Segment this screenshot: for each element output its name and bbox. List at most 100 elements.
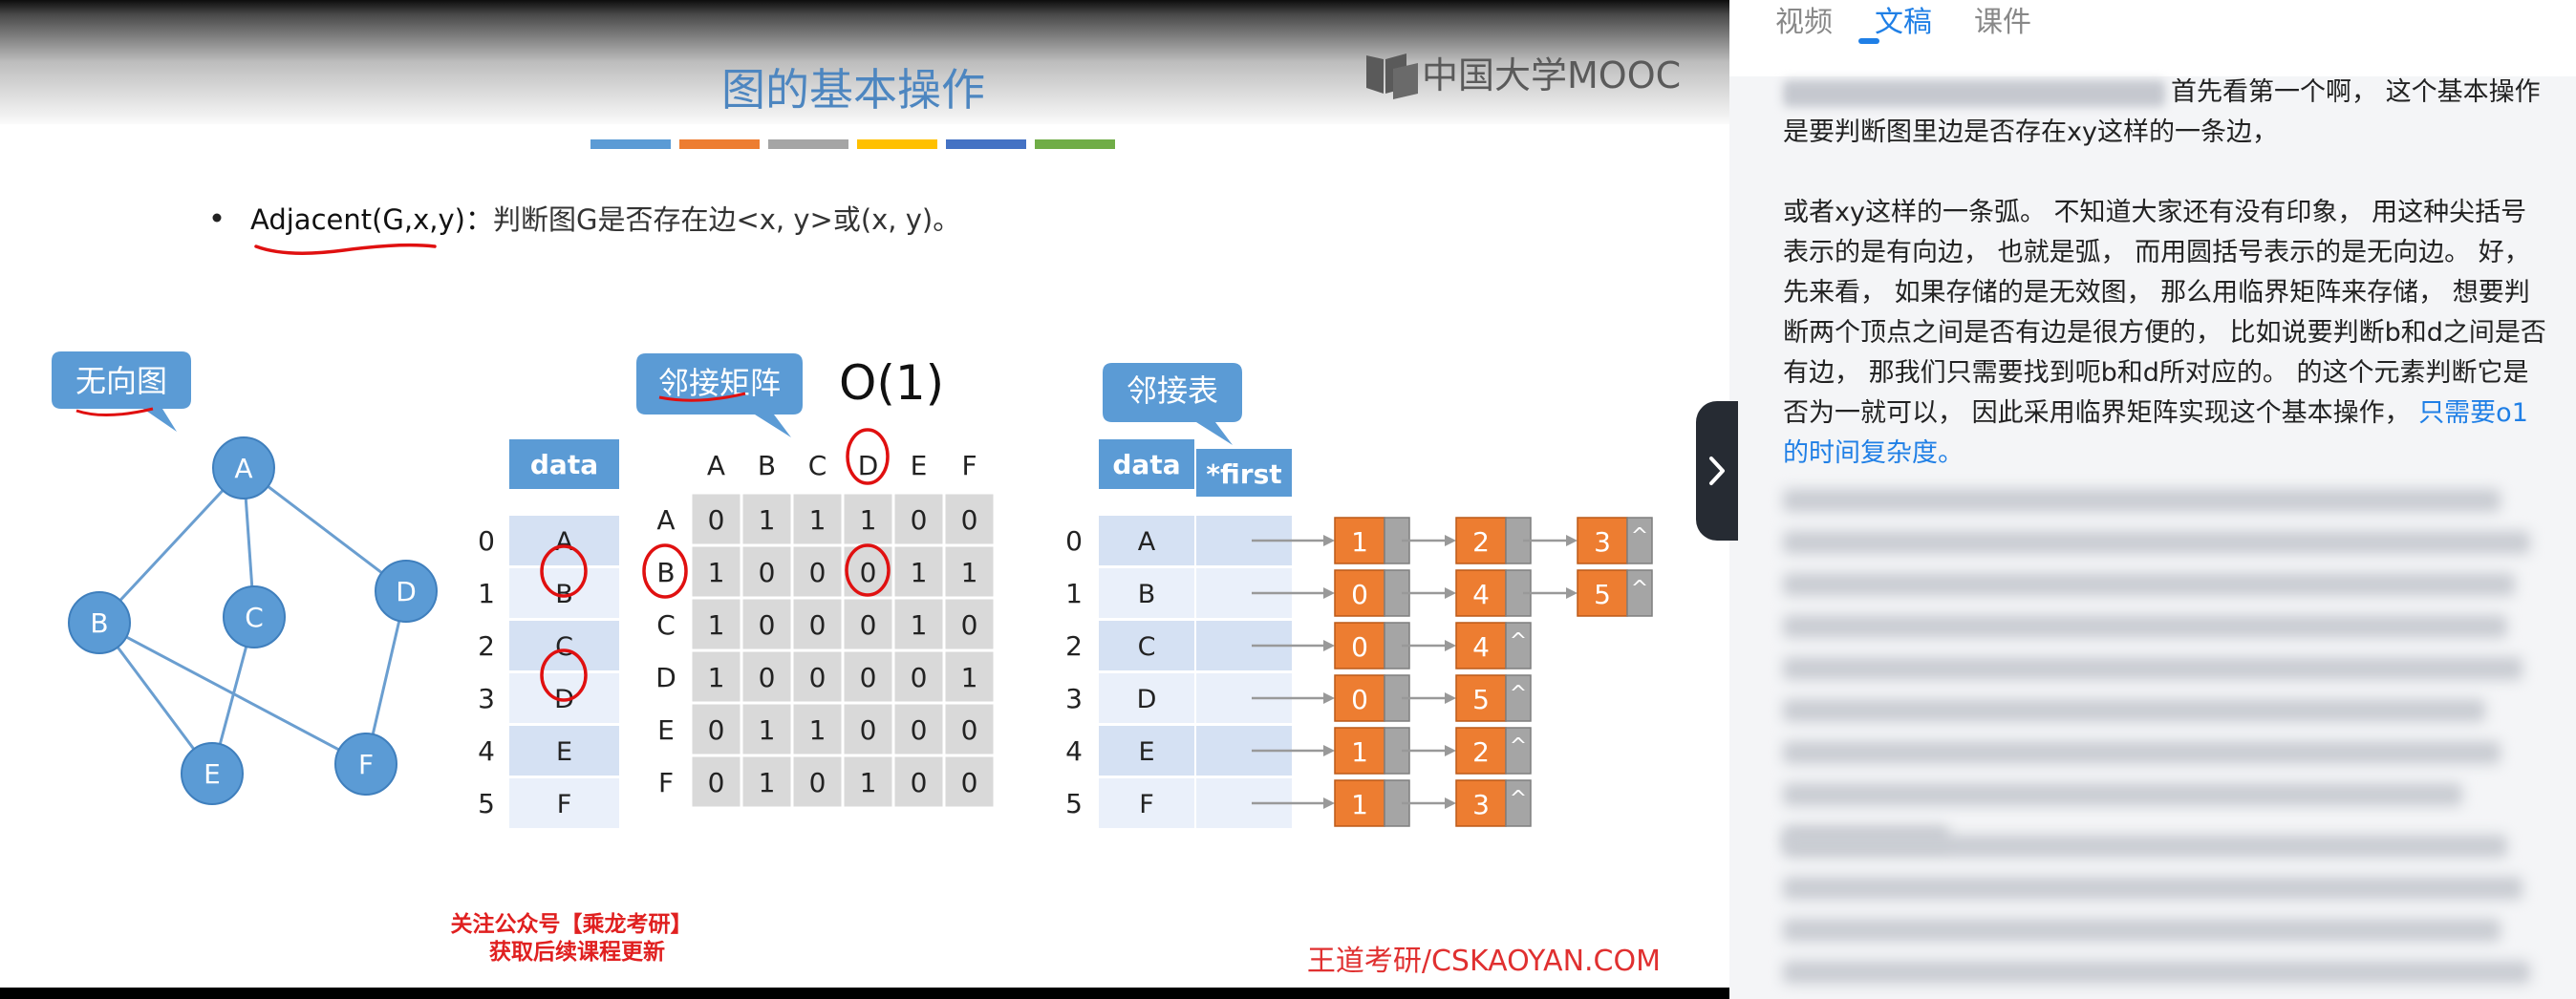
list-node-value: 0 xyxy=(1351,684,1368,715)
matrix-cell: 1 xyxy=(911,557,928,588)
matrix-data-cell: F xyxy=(557,790,572,819)
matrix-cell: 0 xyxy=(860,662,877,693)
color-bar xyxy=(857,139,937,149)
list-node-value: 0 xyxy=(1351,631,1368,663)
transcript-text: 首先看第一个啊， 这个基本操作是要判断图里边是否存在xy这样的一条边， 或者xy… xyxy=(1783,73,2547,514)
pointer-arrowhead xyxy=(1566,535,1578,546)
slide-title: 图的基本操作 xyxy=(721,64,985,116)
vertex-label: F xyxy=(358,749,374,780)
vertex-label: B xyxy=(90,607,108,639)
blurred-paragraph xyxy=(1783,489,2538,867)
matrix-col-label: C xyxy=(808,450,827,481)
list-row-index: 4 xyxy=(1065,735,1083,767)
tab-courseware[interactable]: 课件 xyxy=(1974,0,2031,40)
matrix-cell: 0 xyxy=(809,609,826,641)
list-data-cell: E xyxy=(1138,737,1154,767)
pointer-arrowhead xyxy=(1323,640,1335,651)
matrix-cell: 1 xyxy=(860,767,877,798)
list-data-cell: D xyxy=(1137,685,1157,714)
list-row-index: 1 xyxy=(1065,578,1083,609)
matrix-cell: 0 xyxy=(860,609,877,641)
pointer-arrowhead xyxy=(1323,797,1335,809)
tab-video[interactable]: 视频 xyxy=(1775,0,1833,40)
matrix-row-index: 0 xyxy=(478,525,495,557)
list-data-cell: A xyxy=(1138,527,1156,557)
list-node-value: 4 xyxy=(1472,579,1490,610)
color-bar xyxy=(946,139,1026,149)
chevron-right-icon xyxy=(1709,457,1725,485)
undirected-graph: A B C D E F xyxy=(68,436,438,805)
list-node-value: 0 xyxy=(1351,579,1368,610)
matrix-cell: 0 xyxy=(809,662,826,693)
pointer-arrowhead xyxy=(1445,587,1456,599)
matrix-cell: 0 xyxy=(860,557,877,588)
watermark: 王道考研/CSKAOYAN.COM xyxy=(1307,945,1661,978)
vertex-label: D xyxy=(396,576,417,607)
slide-bottom-bar xyxy=(0,988,1729,999)
null-pointer: ^ xyxy=(1631,577,1648,601)
matrix-row-label: C xyxy=(656,609,676,641)
pointer-arrowhead xyxy=(1445,640,1456,651)
callout-matrix: 邻接矩阵 xyxy=(636,353,803,437)
null-pointer: ^ xyxy=(1510,787,1527,811)
list-data-cell: C xyxy=(1138,632,1156,662)
bullet-dot xyxy=(212,213,222,223)
matrix-cell: 1 xyxy=(708,662,725,693)
matrix-row-index: 5 xyxy=(478,788,495,819)
transcript-paragraph-2: 或者xy这样的一条弧。 不知道大家还有没有印象， 用这种尖括号表示的是有向边， … xyxy=(1783,193,2547,474)
matrix-cell: 0 xyxy=(708,767,725,798)
color-bar xyxy=(768,139,848,149)
list-row-index: 5 xyxy=(1065,788,1083,819)
matrix-cell: 0 xyxy=(809,767,826,798)
vertex-label: E xyxy=(204,758,221,790)
callout-adjacency-list: 邻接表 xyxy=(1103,363,1242,445)
list-node-value: 5 xyxy=(1472,684,1490,715)
tab-transcript[interactable]: 文稿 xyxy=(1875,0,1932,40)
matrix-cell: 1 xyxy=(860,504,877,536)
matrix-cell: 0 xyxy=(759,609,776,641)
null-pointer: ^ xyxy=(1510,734,1527,758)
matrix-cell: 1 xyxy=(911,609,928,641)
logo-text: 中国大学MOOC xyxy=(1422,54,1681,96)
collapse-panel-handle[interactable] xyxy=(1696,401,1738,541)
label-undirected: 无向图 xyxy=(75,363,167,399)
graph-vertex: E xyxy=(181,742,244,805)
matrix-cell: 1 xyxy=(708,557,725,588)
graph-vertex: B xyxy=(68,591,131,654)
graph-vertex: D xyxy=(375,560,438,623)
pointer-arrowhead xyxy=(1566,587,1578,599)
matrix-row-index: 2 xyxy=(478,630,495,662)
pointer-arrowhead xyxy=(1323,587,1335,599)
matrix-data-cell: C xyxy=(555,632,573,662)
pointer-arrowhead xyxy=(1445,692,1456,704)
list-node-value: 1 xyxy=(1351,736,1368,768)
matrix-cell: 0 xyxy=(759,662,776,693)
matrix-cell: 1 xyxy=(961,557,978,588)
slide-content: 中国大学MOOC 图的基本操作 Adjacent(G,x,y)：判断图G是否存在… xyxy=(52,53,1681,978)
matrix-col-label: A xyxy=(707,450,725,481)
bullet-function: Adjacent(G,x,y) xyxy=(250,203,465,236)
matrix-cell: 0 xyxy=(961,714,978,746)
bullet-line: Adjacent(G,x,y)：判断图G是否存在边<x, y>或(x, y)。 xyxy=(250,203,960,236)
blurred-text xyxy=(1783,79,2165,107)
matrix-col-label: E xyxy=(911,450,928,481)
footer-promo-line1: 关注公众号【乘龙考研】 xyxy=(451,911,693,937)
pointer-arrowhead xyxy=(1445,535,1456,546)
graph-edge xyxy=(97,466,246,625)
matrix-cell: 0 xyxy=(911,714,928,746)
matrix-row-label: F xyxy=(658,767,674,798)
matrix-cell: 0 xyxy=(961,767,978,798)
list-data-cell: B xyxy=(1138,580,1156,609)
list-row-index: 3 xyxy=(1065,683,1083,714)
list-node-value: 1 xyxy=(1351,789,1368,820)
matrix-cell: 0 xyxy=(759,557,776,588)
list-node-value: 4 xyxy=(1472,631,1490,663)
matrix-cell: 0 xyxy=(860,714,877,746)
color-bar xyxy=(590,139,671,149)
matrix-col-label: D xyxy=(858,450,879,481)
mooc-logo-icon xyxy=(1366,53,1418,99)
matrix-cell: 0 xyxy=(708,504,725,536)
null-pointer: ^ xyxy=(1631,524,1648,548)
matrix-cell: 1 xyxy=(759,767,776,798)
complexity-label: O(1) xyxy=(839,355,944,411)
